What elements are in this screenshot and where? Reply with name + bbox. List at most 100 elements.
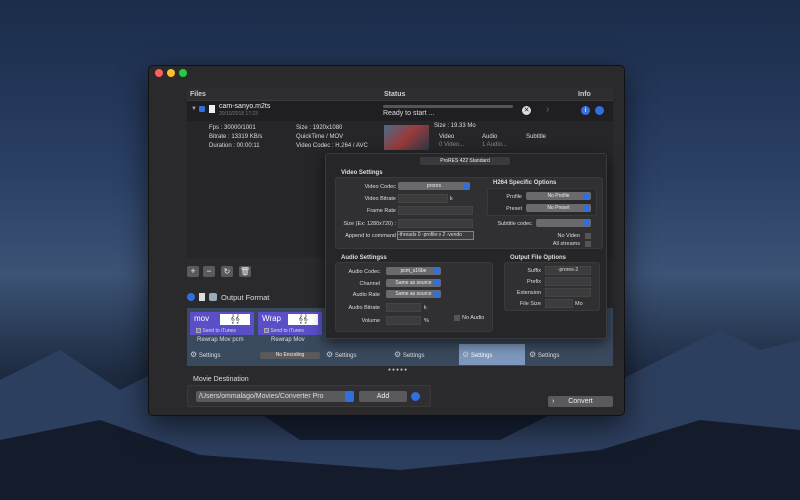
info-icon[interactable]: i [581,106,590,115]
audio-bitrate-unit: k [424,305,427,311]
no-video-checkbox[interactable] [585,233,591,239]
settings-button-1[interactable]: ⚙ Settings [190,350,221,359]
size-input[interactable] [398,219,473,228]
format-card-mov[interactable]: mov 𝄞𝄞 [190,312,254,327]
subtitle-codec-select[interactable] [536,219,591,227]
container: QuickTime / MOV [296,134,344,140]
minimize-button[interactable] [167,69,175,77]
no-audio-checkbox[interactable] [454,315,460,321]
subtitle-label: Subtitle [526,134,547,140]
channel-select[interactable]: Same as source [386,279,441,287]
info-header[interactable]: Info [578,91,591,98]
progress-bar [383,105,513,108]
h264-title: H264 Specific Options [493,180,557,186]
settings-button-4[interactable]: ⚙ Settings [462,350,493,359]
audio-codec-select[interactable]: pcm_s16be [386,267,441,275]
remove-file-button[interactable]: − [203,266,215,277]
gear-icon: ⚙ [326,350,334,359]
settings-button-2[interactable]: ⚙ Settings [326,350,357,359]
profile-select[interactable]: No Profile [526,192,591,200]
all-streams-checkbox[interactable] [585,241,591,247]
profile-label: Profile [506,194,522,200]
video-track-select[interactable]: 0 Video... [439,142,464,148]
duration: Duration : 00:00:11 [209,143,260,149]
settings-button-3[interactable]: ⚙ Settings [394,350,425,359]
add-file-button[interactable]: + [187,266,199,277]
cancel-icon[interactable]: ✕ [522,106,531,115]
fps: Fps : 30000/1001 [209,125,256,131]
files-header[interactable]: Files [190,91,206,98]
music-icon: 𝄞𝄞 [220,314,250,325]
file-size-input[interactable] [545,299,573,308]
video-label: Video [439,134,455,140]
convert-button[interactable]: › Convert [548,396,613,407]
format-card-wrap[interactable]: Wrap 𝄞𝄞 [258,312,322,327]
video-codec: Video Codec : H.264 / AVC [296,143,368,149]
preset-label: Preset [506,206,522,212]
send-itunes-wrap[interactable]: Send to iTunes [258,327,322,335]
video-codec-label: Video Codec [364,184,396,190]
chevron-right-icon: › [552,398,555,405]
append-command-input[interactable]: -threads 0 -profile:v 2 -vendo [397,231,474,240]
volume-unit: % [424,318,429,324]
format-name: Rewrap Mov pcm [197,337,244,343]
file-checkbox[interactable] [199,106,205,112]
no-video-label: No Video [557,233,580,239]
video-bitrate-label: Video Bitrate [364,196,396,202]
reveal-folder-icon[interactable] [411,392,420,401]
video-bitrate-input[interactable] [398,194,448,203]
subtitle-codec-label: Subtitle codec [497,221,532,227]
refresh-button[interactable]: ↻ [221,266,233,277]
output-format-title: Output Format [221,293,270,302]
volume-input[interactable] [386,316,421,325]
trash-button[interactable]: 🗑 [239,266,251,277]
audio-bitrate-label: Audio Bitrate [348,305,381,311]
settings-button-5[interactable]: ⚙ Settings [529,350,560,359]
audio-rate-label: Audio Rate [352,292,380,298]
channel-label: Channel [359,281,381,287]
send-itunes-mov[interactable]: Send to iTunes [190,327,254,335]
file-size-label: File Size [519,301,541,307]
suffix-input[interactable]: -prores-2 [545,266,591,275]
no-encoding-badge: No Encoding [260,352,320,359]
add-destination-button[interactable]: Add [359,391,407,402]
suffix-label: Suffix [527,268,541,274]
status-header[interactable]: Status [384,91,405,98]
file-size-unit: Mo [575,301,583,307]
frame-rate-label: Frame Rate [366,208,396,214]
video-codec-select[interactable]: prores [398,182,470,190]
extension-input[interactable] [545,288,591,297]
bitrate-unit: k [450,196,453,202]
format-tag: Wrap [262,314,281,323]
download-icon[interactable] [199,293,205,301]
search-format-icon[interactable] [187,293,195,301]
audio-label: Audio [482,134,498,140]
bitrate: Bitrate : 13319 KB/s [209,134,263,140]
frame-rate-input[interactable] [398,206,473,215]
search-icon[interactable] [595,106,604,115]
chevron-right-icon[interactable]: › [546,104,549,115]
preset-select[interactable]: No Preset [526,204,591,212]
gear-icon: ⚙ [529,350,537,359]
audio-track-select[interactable]: 1 Audio... [482,142,507,148]
file-details-left: Fps : 30000/1001 Bitrate : 13319 KB/s Du… [209,124,262,151]
maximize-button[interactable] [179,69,187,77]
formats-icon[interactable] [209,293,217,301]
prefix-input[interactable] [545,277,591,286]
prefix-label: Prefix [526,279,541,285]
audio-settings-title: Audio Settingss [341,255,387,261]
page-dots[interactable]: ●●●●● [388,367,408,373]
extension-label: Extension [516,290,541,296]
video-thumbnail [384,125,429,150]
audio-rate-select[interactable]: Same as source [386,290,441,298]
status-text: Ready to start ... [383,110,435,117]
file-name: cam-sanyo.m2ts [219,103,271,110]
video-settings-title: Video Settings [341,170,383,176]
disclosure-triangle-icon[interactable]: ▼ [191,106,197,112]
gear-icon: ⚙ [394,350,402,359]
preset-name-field[interactable]: ProRES 422 Standard [420,157,510,165]
destination-path-select[interactable]: /Users/ommalago/Movies/Converter Pro [196,391,354,402]
audio-bitrate-input[interactable] [386,303,421,312]
append-label: Append to command [345,233,396,239]
close-button[interactable] [155,69,163,77]
